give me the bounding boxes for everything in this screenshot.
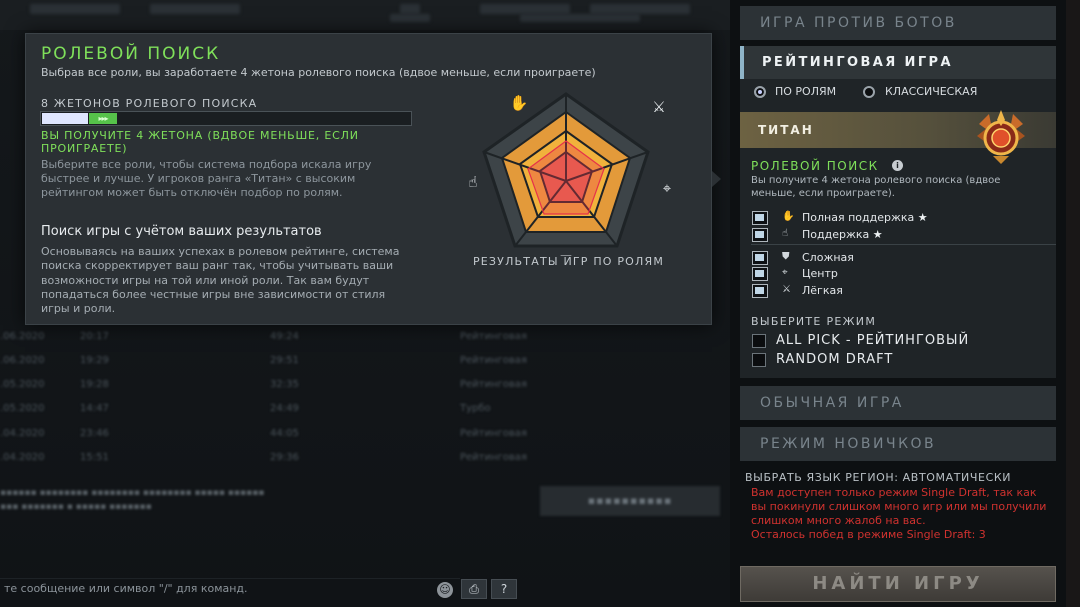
role-label: Полная поддержка ★ (802, 211, 928, 224)
panel-edge (1066, 0, 1080, 607)
help-button[interactable]: ? (491, 579, 517, 599)
warning-text: Вам доступен только режим Single Draft, … (751, 486, 1047, 527)
token-gain-fill: ▸▸▸ (89, 113, 117, 124)
mode-option-label: RANDOM DRAFT (776, 352, 894, 367)
mode-newbie-button[interactable]: РЕЖИМ НОВИЧКОВ (740, 427, 1056, 461)
tokens-label: 8 ЖЕТОНОВ РОЛЕВОГО ПОИСКА (41, 97, 258, 110)
hand-sparkle-icon: ✋ (510, 94, 529, 112)
role-row-mid[interactable]: ⌖ Центр (752, 266, 1052, 282)
sword-icon: ⚔ (782, 284, 791, 295)
warning-count: Осталось побед в режиме Single Draft: 3 (751, 528, 986, 541)
chat-bar[interactable]: те сообщение или символ "/" для команд. (0, 578, 460, 600)
chat-input-placeholder[interactable]: те сообщение или символ "/" для команд. (4, 582, 248, 595)
role-row-support[interactable]: ☝ Поддержка ★ (752, 227, 1052, 243)
role-queue-title: РОЛЕВОЙ ПОИСК (751, 159, 879, 173)
mode-checkbox[interactable] (752, 353, 766, 367)
token-progress-bar: ▸▸▸ (40, 111, 412, 126)
role-label: Центр (802, 267, 838, 280)
role-checkbox[interactable] (752, 284, 768, 298)
radio-by-roles-label[interactable]: ПО РОЛЯМ (775, 85, 836, 98)
language-region-selector[interactable]: ВЫБРАТЬ ЯЗЫК РЕГИОН: АВТОМАТИЧЕСКИ (745, 471, 1011, 484)
role-checkbox[interactable] (752, 211, 768, 225)
mode-option-all-pick[interactable]: ALL PICK - РЕЙТИНГОВЫЙ (752, 333, 1052, 349)
tooltip-arrow (712, 171, 721, 187)
find-game-button[interactable]: НАЙТИ ИГРУ (740, 566, 1056, 602)
screenshot-button[interactable]: ⎙ (461, 579, 487, 599)
single-draft-warning: Вам доступен только режим Single Draft, … (751, 486, 1051, 542)
info-icon[interactable]: i (892, 160, 903, 171)
hand-icon: ☝ (468, 173, 477, 191)
ranked-title: РЕЙТИНГОВАЯ ИГРА (762, 55, 953, 70)
rank-tier-name: ТИТАН (758, 123, 814, 137)
role-checkbox[interactable] (752, 267, 768, 281)
role-queue-description: Вы получите 4 жетона ролевого поиска (вд… (751, 175, 1001, 199)
role-separator (751, 244, 1056, 245)
role-row-carry[interactable]: ⛊ Сложная (752, 250, 1052, 266)
bow-icon: ⌖ (782, 267, 788, 278)
hand-icon: ☝ (782, 228, 789, 239)
tooltip-title: РОЛЕВОЙ ПОИСК (41, 44, 221, 64)
mode-normal-button[interactable]: ОБЫЧНАЯ ИГРА (740, 386, 1056, 420)
star-icon: ★ (917, 211, 928, 224)
mode-option-label: ALL PICK - РЕЙТИНГОВЫЙ (776, 333, 970, 348)
role-checkbox[interactable] (752, 251, 768, 265)
background-note: ▪▪▪▪▪▪ ▪▪▪▪▪▪▪▪ ▪▪▪▪▪▪▪▪ ▪▪▪▪▪▪▪▪ ▪▪▪▪▪ … (0, 488, 265, 512)
shield-icon: ⛊ (782, 251, 790, 262)
section-title: Поиск игры с учётом ваших результатов (41, 224, 322, 239)
role-label: Поддержка ★ (802, 228, 883, 241)
radio-classic-label[interactable]: КЛАССИЧЕСКАЯ (885, 85, 977, 98)
role-hint-text: Выберите все роли, чтобы система подбора… (41, 158, 372, 199)
tooltip-subtitle: Выбрав все роли, вы заработаете 4 жетона… (41, 66, 596, 79)
radio-classic[interactable] (863, 86, 875, 98)
mode-option-random-draft[interactable]: RANDOM DRAFT (752, 352, 1052, 368)
emoji-icon[interactable]: ☺ (437, 582, 453, 598)
radio-by-roles[interactable] (754, 86, 766, 98)
role-checkbox[interactable] (752, 228, 768, 242)
section-body: Основываясь на ваших успехах в ролевом р… (41, 245, 400, 316)
token-gain-text: ВЫ ПОЛУЧИТЕ 4 ЖЕТОНА (ВДВОЕ МЕНЬШЕ, ЕСЛИ… (41, 129, 359, 155)
sword-icon: ⚔ (652, 98, 665, 116)
camera-icon: ⎙ (469, 582, 479, 596)
mode-checkbox[interactable] (752, 334, 766, 348)
role-queue-tooltip: РОЛЕВОЙ ПОИСК Выбрав все роли, вы зарабо… (25, 33, 712, 325)
mode-select-label: ВЫБЕРИТЕ РЕЖИМ (751, 315, 877, 328)
role-results-radar: ✋ ⚔ ⌖ ⛊ ☝ (468, 92, 672, 256)
role-label: Сложная (802, 251, 854, 264)
mode-bots-button[interactable]: ИГРА ПРОТИВ БОТОВ (740, 6, 1056, 40)
mode-ranked-button[interactable]: РЕЙТИНГОВАЯ ИГРА (740, 46, 1056, 79)
role-row-offlane[interactable]: ⚔ Лёгкая (752, 283, 1052, 299)
bow-icon: ⌖ (663, 179, 672, 197)
token-current-fill (42, 113, 88, 124)
star-icon: ★ (872, 228, 883, 241)
role-row-hard-support[interactable]: ✋ Полная поддержка ★ (752, 210, 1052, 226)
app-root: .06.2020 20:17 49:24 Рейтинговая .06.2020 19… (0, 0, 1080, 607)
hand-sparkle-icon: ✋ (782, 211, 795, 222)
radar-caption: РЕЗУЛЬТАТЫ ИГР ПО РОЛЯМ (472, 255, 665, 268)
role-label: Лёгкая (802, 284, 843, 297)
background-subscribe-button: ▪▪▪▪▪▪▪▪▪▪ (540, 486, 720, 516)
titan-rank-badge-icon (977, 110, 1025, 164)
